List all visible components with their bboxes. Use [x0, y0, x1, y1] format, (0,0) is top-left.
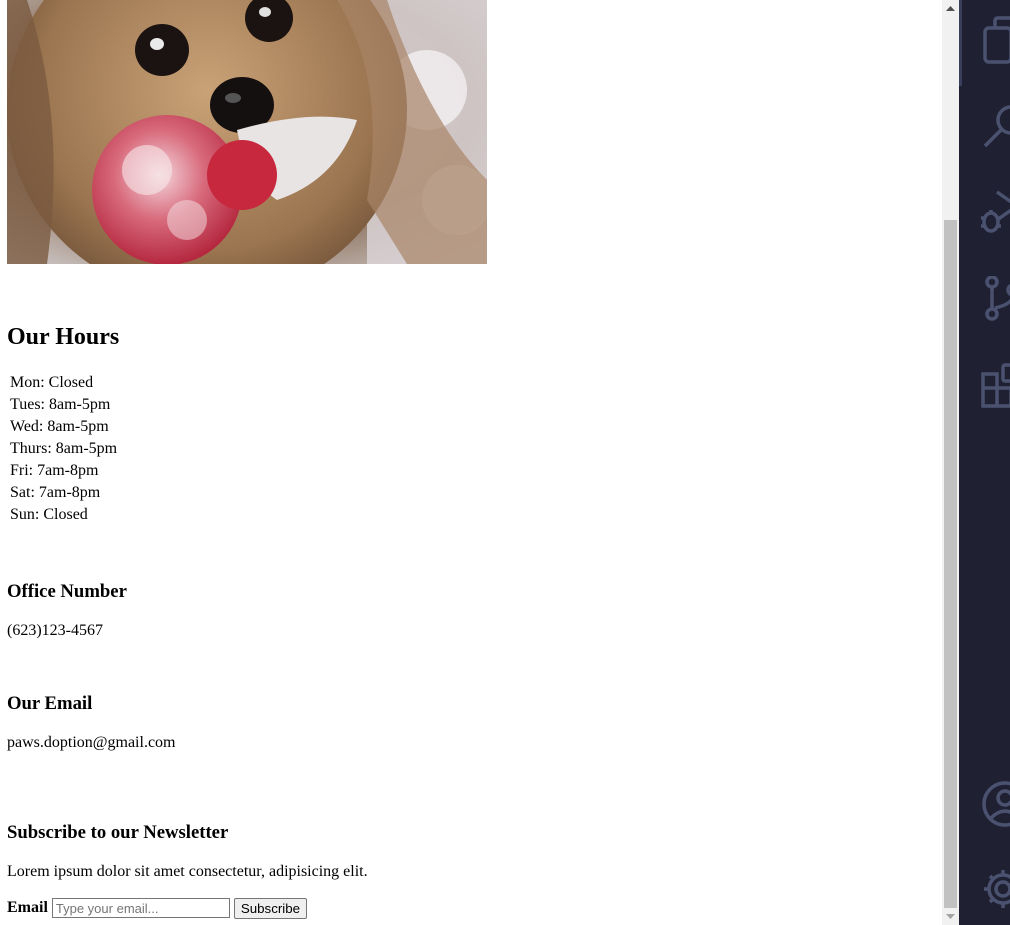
- active-indicator: [959, 0, 962, 86]
- scroll-down-arrow-icon[interactable]: [942, 908, 959, 925]
- scroll-up-arrow-icon[interactable]: [942, 0, 959, 17]
- debug-icon[interactable]: [981, 188, 1010, 238]
- hours-item: Fri: 7am-8pm: [10, 462, 99, 479]
- hours-heading: Our Hours: [7, 324, 120, 350]
- files-icon[interactable]: [981, 15, 1010, 65]
- vertical-scrollbar[interactable]: [942, 0, 959, 925]
- extensions-icon[interactable]: [981, 362, 1010, 412]
- office-number-heading: Office Number: [7, 581, 127, 602]
- email-input[interactable]: [51, 898, 230, 918]
- hours-item: Thurs: 8am-5pm: [10, 440, 118, 457]
- email-value: paws.doption@gmail.com: [7, 734, 176, 751]
- subscribe-button[interactable]: Subscribe: [233, 897, 308, 919]
- newsletter-heading: Subscribe to our Newsletter: [7, 822, 229, 843]
- newsletter-description: Lorem ipsum dolor sit amet consectetur, …: [7, 863, 368, 880]
- hours-item: Sun: Closed: [10, 506, 88, 523]
- office-number-value: (623)123-4567: [7, 622, 103, 639]
- webpage: Our Hours Mon: Closed Tues: 8am-5pm Wed:…: [0, 0, 942, 925]
- email-label: Email: [7, 899, 48, 916]
- dog-photo: [7, 0, 487, 264]
- settings-gear-icon[interactable]: [981, 864, 1010, 914]
- source-control-icon[interactable]: [981, 275, 1010, 326]
- activity-bar: [959, 0, 1010, 925]
- hours-item: Tues: 8am-5pm: [10, 396, 111, 413]
- hours-item: Wed: 8am-5pm: [10, 418, 109, 435]
- newsletter-form: Email Subscribe: [7, 896, 308, 920]
- hours-list: Mon: Closed Tues: 8am-5pm Wed: 8am-5pm T…: [10, 372, 117, 526]
- hours-item: Mon: Closed: [10, 374, 94, 391]
- scrollbar-thumb[interactable]: [944, 220, 957, 908]
- hours-item: Sat: 7am-8pm: [10, 484, 101, 501]
- account-icon[interactable]: [981, 780, 1010, 830]
- search-icon[interactable]: [981, 102, 1010, 152]
- email-heading: Our Email: [7, 693, 93, 714]
